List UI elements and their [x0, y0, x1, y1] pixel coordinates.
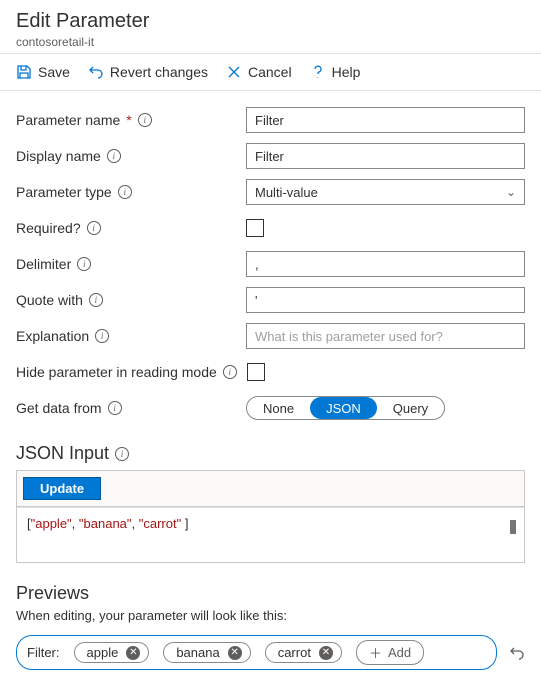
required-label: Required?: [16, 220, 81, 236]
display-name-label: Display name: [16, 148, 101, 164]
previews-title: Previews: [0, 573, 541, 608]
required-asterisk: *: [126, 112, 131, 128]
tag-apple[interactable]: apple ✕: [74, 642, 150, 663]
quote-with-label: Quote with: [16, 292, 83, 308]
hide-reading-checkbox[interactable]: [247, 363, 265, 381]
subtitle: contosoretail-it: [16, 35, 525, 49]
tag-banana[interactable]: banana ✕: [163, 642, 250, 663]
add-button[interactable]: ＋ Add: [356, 640, 424, 665]
info-icon[interactable]: i: [107, 149, 121, 163]
param-name-label: Parameter name: [16, 112, 120, 128]
json-input-box: Update ["apple", "banana", "carrot" ]: [16, 470, 525, 563]
save-icon: [16, 64, 32, 80]
info-icon[interactable]: i: [118, 185, 132, 199]
plus-icon: ＋: [369, 643, 382, 662]
cursor-indicator: [510, 520, 516, 534]
required-checkbox[interactable]: [246, 219, 264, 237]
toolbar: Save Revert changes Cancel Help: [0, 54, 541, 91]
json-editor[interactable]: ["apple", "banana", "carrot" ]: [17, 507, 524, 562]
remove-icon[interactable]: ✕: [126, 646, 140, 660]
info-icon[interactable]: i: [87, 221, 101, 235]
delimiter-input[interactable]: [246, 251, 525, 277]
explanation-label: Explanation: [16, 328, 89, 344]
remove-icon[interactable]: ✕: [228, 646, 242, 660]
preview-row: Filter: apple ✕ banana ✕ carrot ✕ ＋ Add: [0, 635, 541, 686]
info-icon[interactable]: i: [77, 257, 91, 271]
update-button[interactable]: Update: [23, 477, 101, 500]
info-icon[interactable]: i: [95, 329, 109, 343]
info-icon[interactable]: i: [138, 113, 152, 127]
close-icon: [226, 64, 242, 80]
display-name-input[interactable]: [246, 143, 525, 169]
chevron-down-icon: ⌄: [506, 185, 516, 199]
info-icon[interactable]: i: [89, 293, 103, 307]
form: Parameter name * i Display name i Parame…: [0, 91, 541, 433]
get-data-segment: None JSON Query: [246, 396, 445, 420]
info-icon[interactable]: i: [223, 365, 237, 379]
get-data-label: Get data from: [16, 400, 102, 416]
filter-pill-input[interactable]: Filter: apple ✕ banana ✕ carrot ✕ ＋ Add: [16, 635, 497, 670]
info-icon[interactable]: i: [115, 447, 129, 461]
help-button[interactable]: Help: [310, 64, 361, 80]
undo-icon[interactable]: [509, 645, 525, 661]
param-type-label: Parameter type: [16, 184, 112, 200]
save-button[interactable]: Save: [16, 64, 70, 80]
filter-label: Filter:: [27, 645, 60, 660]
seg-query[interactable]: Query: [377, 397, 444, 419]
quote-with-input[interactable]: [246, 287, 525, 313]
seg-none[interactable]: None: [247, 397, 310, 419]
explanation-input[interactable]: [246, 323, 525, 349]
page-title: Edit Parameter: [16, 10, 525, 33]
previews-desc: When editing, your parameter will look l…: [0, 608, 541, 635]
tag-carrot[interactable]: carrot ✕: [265, 642, 342, 663]
help-icon: [310, 64, 326, 80]
seg-json[interactable]: JSON: [310, 397, 377, 419]
remove-icon[interactable]: ✕: [319, 646, 333, 660]
revert-button[interactable]: Revert changes: [88, 64, 208, 80]
param-type-select[interactable]: Multi-value ⌄: [246, 179, 525, 205]
cancel-button[interactable]: Cancel: [226, 64, 292, 80]
delimiter-label: Delimiter: [16, 256, 71, 272]
json-input-title: JSON Input i: [0, 433, 541, 470]
info-icon[interactable]: i: [108, 401, 122, 415]
hide-reading-label: Hide parameter in reading mode: [16, 364, 217, 380]
header: Edit Parameter contosoretail-it: [0, 0, 541, 54]
param-name-input[interactable]: [246, 107, 525, 133]
undo-icon: [88, 64, 104, 80]
